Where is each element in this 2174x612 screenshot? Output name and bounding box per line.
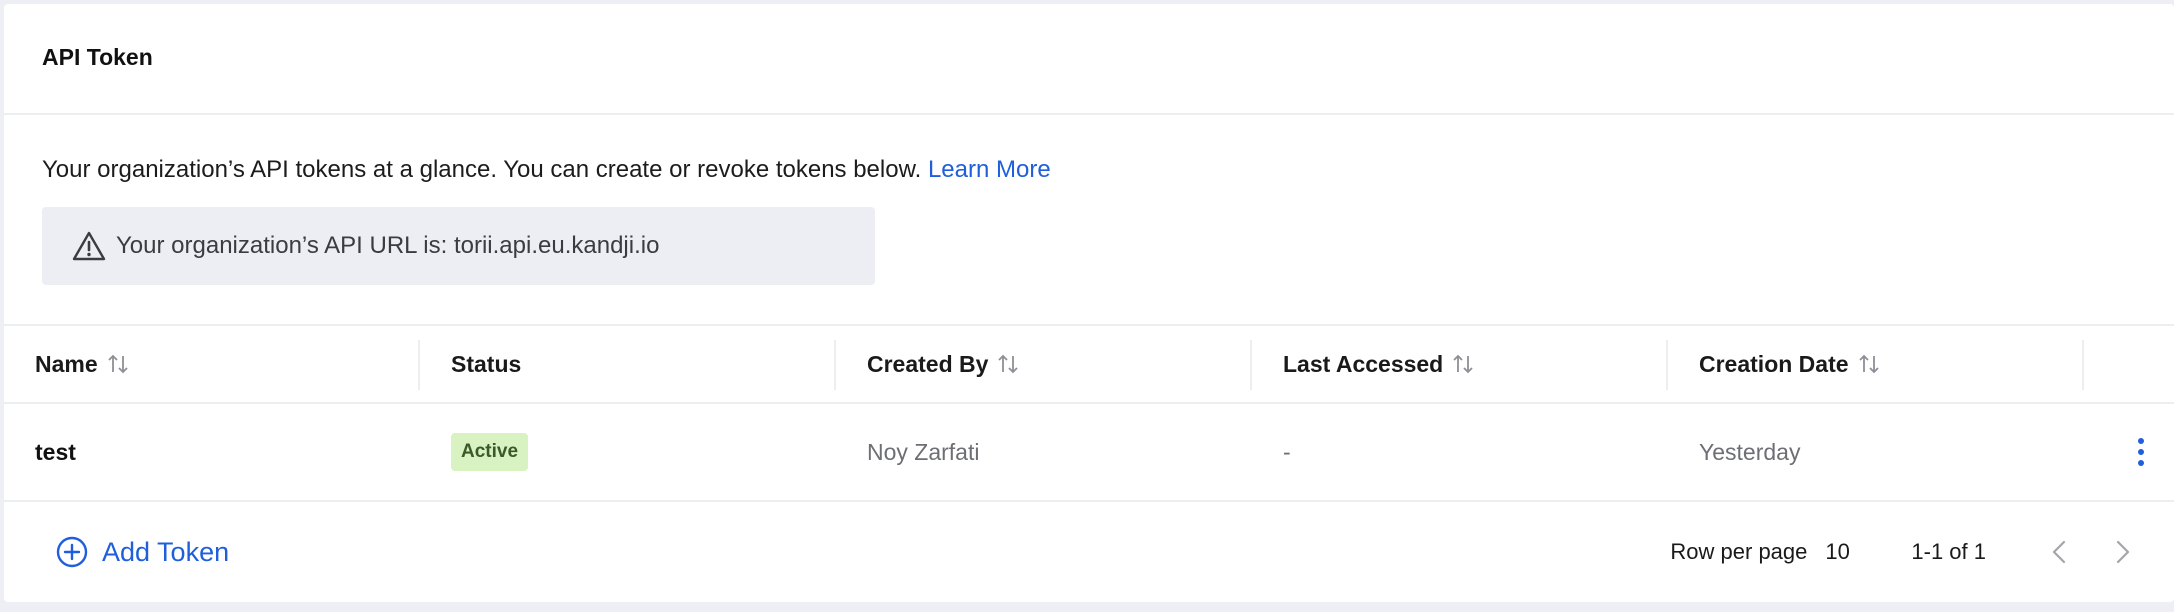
more-vertical-icon[interactable] xyxy=(2134,434,2148,470)
add-token-label: Add Token xyxy=(102,536,230,567)
api-url-notice: Your organization’s API URL is: torii.ap… xyxy=(42,207,875,285)
column-header-last-accessed[interactable]: Last Accessed xyxy=(1252,326,1668,402)
warning-icon xyxy=(72,231,106,261)
plus-circle-icon xyxy=(56,536,88,568)
intro-text: Your organization’s API tokens at a glan… xyxy=(42,156,1051,184)
sort-icon[interactable] xyxy=(106,353,130,375)
previous-page-button[interactable] xyxy=(2048,537,2070,567)
next-page-button[interactable] xyxy=(2112,537,2134,567)
cell-status: Active xyxy=(420,404,836,500)
column-header-label: Creation Date xyxy=(1699,350,1849,377)
column-header-name[interactable]: Name xyxy=(4,326,420,402)
learn-more-link[interactable]: Learn More xyxy=(928,156,1051,183)
column-header-label: Created By xyxy=(867,350,989,377)
column-header-label: Name xyxy=(35,350,98,377)
pagination: Row per page 10 1-1 of 1 xyxy=(1670,537,2134,567)
api-token-card: API Token Your organization’s API tokens… xyxy=(4,4,2174,602)
table-header: Name Status Created By Last Accessed Cre… xyxy=(4,326,2174,404)
table-footer: Add Token Row per page 10 1-1 of 1 xyxy=(4,502,2174,602)
cell-last-accessed: - xyxy=(1283,438,1291,465)
cell-created-by: Noy Zarfati xyxy=(867,438,980,465)
column-header-actions xyxy=(2084,326,2170,402)
cell-actions xyxy=(2084,404,2170,500)
sort-icon[interactable] xyxy=(996,353,1020,375)
column-header-label: Last Accessed xyxy=(1283,350,1444,377)
cell-name: test xyxy=(35,438,76,465)
sort-icon[interactable] xyxy=(1451,353,1475,375)
table-row[interactable]: test Active Noy Zarfati - Yesterday xyxy=(4,404,2174,502)
column-header-creation-date[interactable]: Creation Date xyxy=(1668,326,2084,402)
chevron-left-icon xyxy=(2052,540,2066,564)
rows-per-page-label: Row per page xyxy=(1670,539,1808,564)
cell-creation-date: Yesterday xyxy=(1699,438,1801,465)
card-header: API Token xyxy=(4,4,2174,115)
column-header-created-by[interactable]: Created By xyxy=(836,326,1252,402)
column-header-status: Status xyxy=(420,326,836,402)
sort-icon[interactable] xyxy=(1857,353,1881,375)
tokens-table: Name Status Created By Last Accessed Cre… xyxy=(4,324,2174,602)
column-header-label: Status xyxy=(451,350,522,377)
page-range: 1-1 of 1 xyxy=(1911,539,1986,564)
chevron-right-icon xyxy=(2116,540,2130,564)
rows-per-page-select[interactable]: 10 xyxy=(1825,539,1855,565)
api-url-text: Your organization’s API URL is: torii.ap… xyxy=(116,232,660,259)
intro-description: Your organization’s API tokens at a glan… xyxy=(42,156,922,183)
status-badge: Active xyxy=(451,433,529,471)
add-token-button[interactable]: Add Token xyxy=(56,536,229,568)
page-title: API Token xyxy=(42,44,153,70)
